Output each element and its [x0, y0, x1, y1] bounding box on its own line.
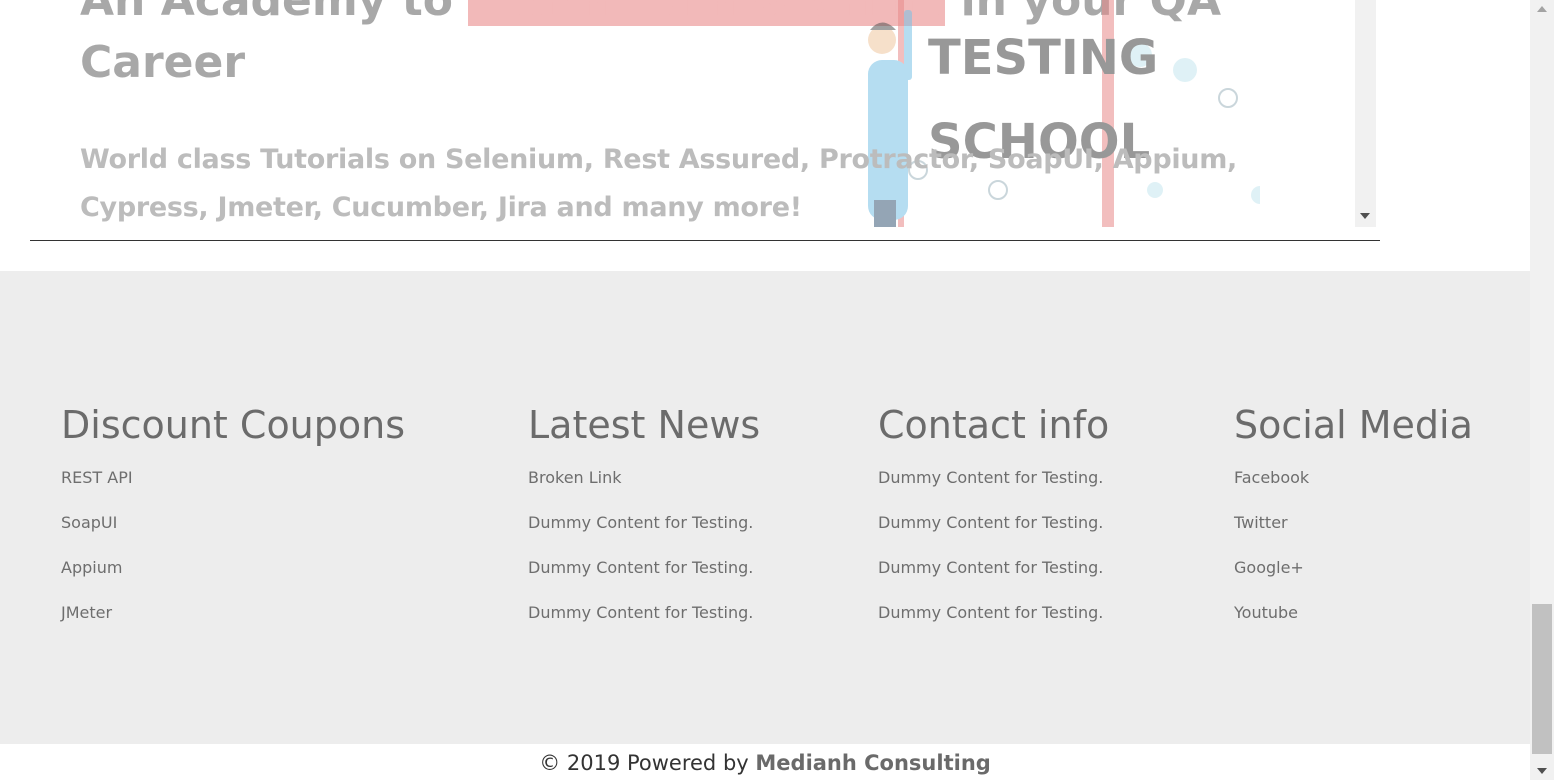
scroll-down-arrow-icon[interactable]	[1360, 213, 1370, 219]
list-item: Broken Link	[528, 467, 760, 512]
courses-iframe[interactable]: An Academy to Learn Earn & Shine in your…	[30, 0, 1380, 241]
footer-link-list: Broken Link Dummy Content for Testing. D…	[528, 467, 760, 647]
iframe-scrollbar[interactable]	[1355, 0, 1376, 227]
footer-link-list: Facebook Twitter Google+ Youtube	[1234, 467, 1473, 647]
list-item: Dummy Content for Testing.	[528, 602, 760, 647]
footer-link-facebook[interactable]: Facebook	[1234, 468, 1309, 487]
copyright-company-link[interactable]: Medianh Consulting	[755, 751, 990, 775]
scroll-down-arrow-icon[interactable]	[1537, 768, 1547, 774]
list-item: Appium	[61, 557, 405, 602]
footer-link-soapui[interactable]: SoapUI	[61, 513, 117, 532]
footer-link-appium[interactable]: Appium	[61, 558, 122, 577]
footer-link-dummy[interactable]: Dummy Content for Testing.	[878, 558, 1103, 577]
footer-column-latest-news: Latest News Broken Link Dummy Content fo…	[528, 399, 760, 647]
list-item: Google+	[1234, 557, 1473, 602]
copyright-text: © 2019 Powered by	[539, 751, 749, 775]
list-item: SoapUI	[61, 512, 405, 557]
footer-heading: Contact info	[878, 403, 1110, 447]
scrollbar-thumb[interactable]	[1532, 604, 1552, 754]
footer-link-dummy[interactable]: Dummy Content for Testing.	[528, 513, 753, 532]
footer: Discount Coupons REST API SoapUI Appium …	[0, 271, 1530, 744]
footer-link-jmeter[interactable]: JMeter	[61, 603, 112, 622]
copyright-bar: © 2019 Powered by Medianh Consulting	[0, 744, 1530, 780]
list-item: Youtube	[1234, 602, 1473, 647]
list-item: REST API	[61, 467, 405, 512]
footer-link-twitter[interactable]: Twitter	[1234, 513, 1288, 532]
list-item: JMeter	[61, 602, 405, 647]
hero-subtitle: World class Tutorials on Selenium, Rest …	[80, 144, 1238, 223]
footer-heading: Social Media	[1234, 403, 1473, 447]
footer-link-list: REST API SoapUI Appium JMeter	[61, 467, 405, 647]
footer-link-rest-api[interactable]: REST API	[61, 468, 133, 487]
footer-link-broken-link[interactable]: Broken Link	[528, 468, 622, 487]
list-item: Dummy Content for Testing.	[878, 557, 1109, 602]
list-item: Dummy Content for Testing.	[878, 467, 1109, 512]
hero-title-line2: Career	[80, 37, 246, 88]
list-item: Dummy Content for Testing.	[528, 557, 760, 602]
footer-link-dummy[interactable]: Dummy Content for Testing.	[528, 558, 753, 577]
list-item: Dummy Content for Testing.	[528, 512, 760, 557]
top-section: An Academy to Learn Earn & Shine in your…	[0, 0, 1530, 271]
scroll-up-arrow-icon[interactable]	[1537, 6, 1547, 12]
list-item: Facebook	[1234, 467, 1473, 512]
footer-link-youtube[interactable]: Youtube	[1234, 603, 1298, 622]
footer-link-dummy[interactable]: Dummy Content for Testing.	[878, 603, 1103, 622]
footer-link-list: Dummy Content for Testing. Dummy Content…	[878, 467, 1109, 647]
footer-link-dummy[interactable]: Dummy Content for Testing.	[878, 513, 1103, 532]
hero-title-start: An Academy to	[80, 0, 453, 26]
list-item: Dummy Content for Testing.	[878, 512, 1109, 557]
illustration-text-testing: TESTING	[928, 30, 1158, 86]
footer-column-discount-coupons: Discount Coupons REST API SoapUI Appium …	[61, 399, 405, 647]
footer-column-social-media: Social Media Facebook Twitter Google+ Yo…	[1234, 399, 1473, 647]
footer-heading: Latest News	[528, 403, 761, 447]
footer-heading: Discount Coupons	[61, 403, 406, 447]
list-item: Dummy Content for Testing.	[878, 602, 1109, 647]
footer-column-contact-info: Contact info Dummy Content for Testing. …	[878, 399, 1109, 647]
footer-link-dummy[interactable]: Dummy Content for Testing.	[528, 603, 753, 622]
page-scrollbar[interactable]	[1530, 0, 1554, 780]
list-item: Twitter	[1234, 512, 1473, 557]
footer-link-google-plus[interactable]: Google+	[1234, 558, 1304, 577]
footer-link-dummy[interactable]: Dummy Content for Testing.	[878, 468, 1103, 487]
